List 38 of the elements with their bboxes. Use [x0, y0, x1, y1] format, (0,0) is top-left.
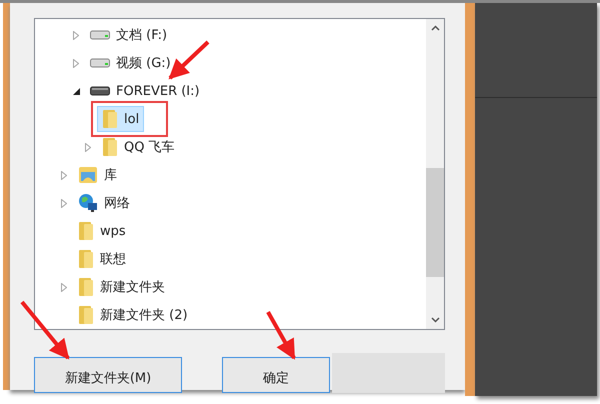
tree-item[interactable]: FOREVER (I:) — [85, 80, 205, 102]
expand-arrow-icon[interactable] — [85, 142, 91, 152]
drive-icon — [90, 30, 110, 40]
folder-icon — [78, 249, 94, 269]
drive-icon — [90, 58, 110, 68]
scrollbar[interactable] — [426, 19, 444, 329]
expand-arrow-icon[interactable] — [73, 58, 79, 68]
expand-arrow-icon[interactable] — [61, 198, 67, 208]
network-icon — [78, 193, 98, 213]
scroll-up-icon[interactable] — [430, 25, 440, 31]
folder-icon — [78, 305, 94, 325]
folder-icon — [78, 277, 94, 297]
scrollbar-thumb[interactable] — [426, 168, 444, 277]
folder-icon — [102, 137, 118, 157]
collapse-arrow-icon[interactable] — [73, 88, 80, 94]
folder-icon — [102, 109, 118, 129]
expand-arrow-icon[interactable] — [61, 170, 67, 180]
annotation-arrow — [168, 40, 210, 80]
expand-arrow-icon[interactable] — [61, 282, 67, 292]
folder-icon — [78, 221, 94, 241]
tree-item[interactable]: 联想 — [73, 246, 131, 272]
dialog-button[interactable]: 确定 — [222, 357, 330, 393]
annotation-arrow — [266, 311, 296, 360]
tree-item[interactable]: QQ 飞车 — [97, 134, 180, 160]
drive-icon — [90, 86, 110, 96]
tree-item[interactable]: 新建文件夹 — [73, 274, 170, 300]
tree-item[interactable]: lol — [97, 106, 144, 132]
tree-item[interactable]: wps — [73, 218, 131, 244]
tree-item[interactable]: 文档 (F:) — [85, 23, 172, 47]
tree-item[interactable]: 视频 (G:) — [85, 51, 176, 75]
scroll-down-icon[interactable] — [430, 317, 440, 323]
annotation-arrow — [20, 300, 70, 360]
dialog-button[interactable]: 新建文件夹(M) — [34, 357, 182, 393]
library-icon — [78, 166, 98, 184]
tree-item[interactable]: 新建文件夹 (2) — [73, 302, 193, 328]
expand-arrow-icon[interactable] — [73, 30, 79, 40]
tree-item[interactable]: 库 — [73, 163, 122, 187]
tree-item[interactable]: 网络 — [73, 190, 135, 216]
